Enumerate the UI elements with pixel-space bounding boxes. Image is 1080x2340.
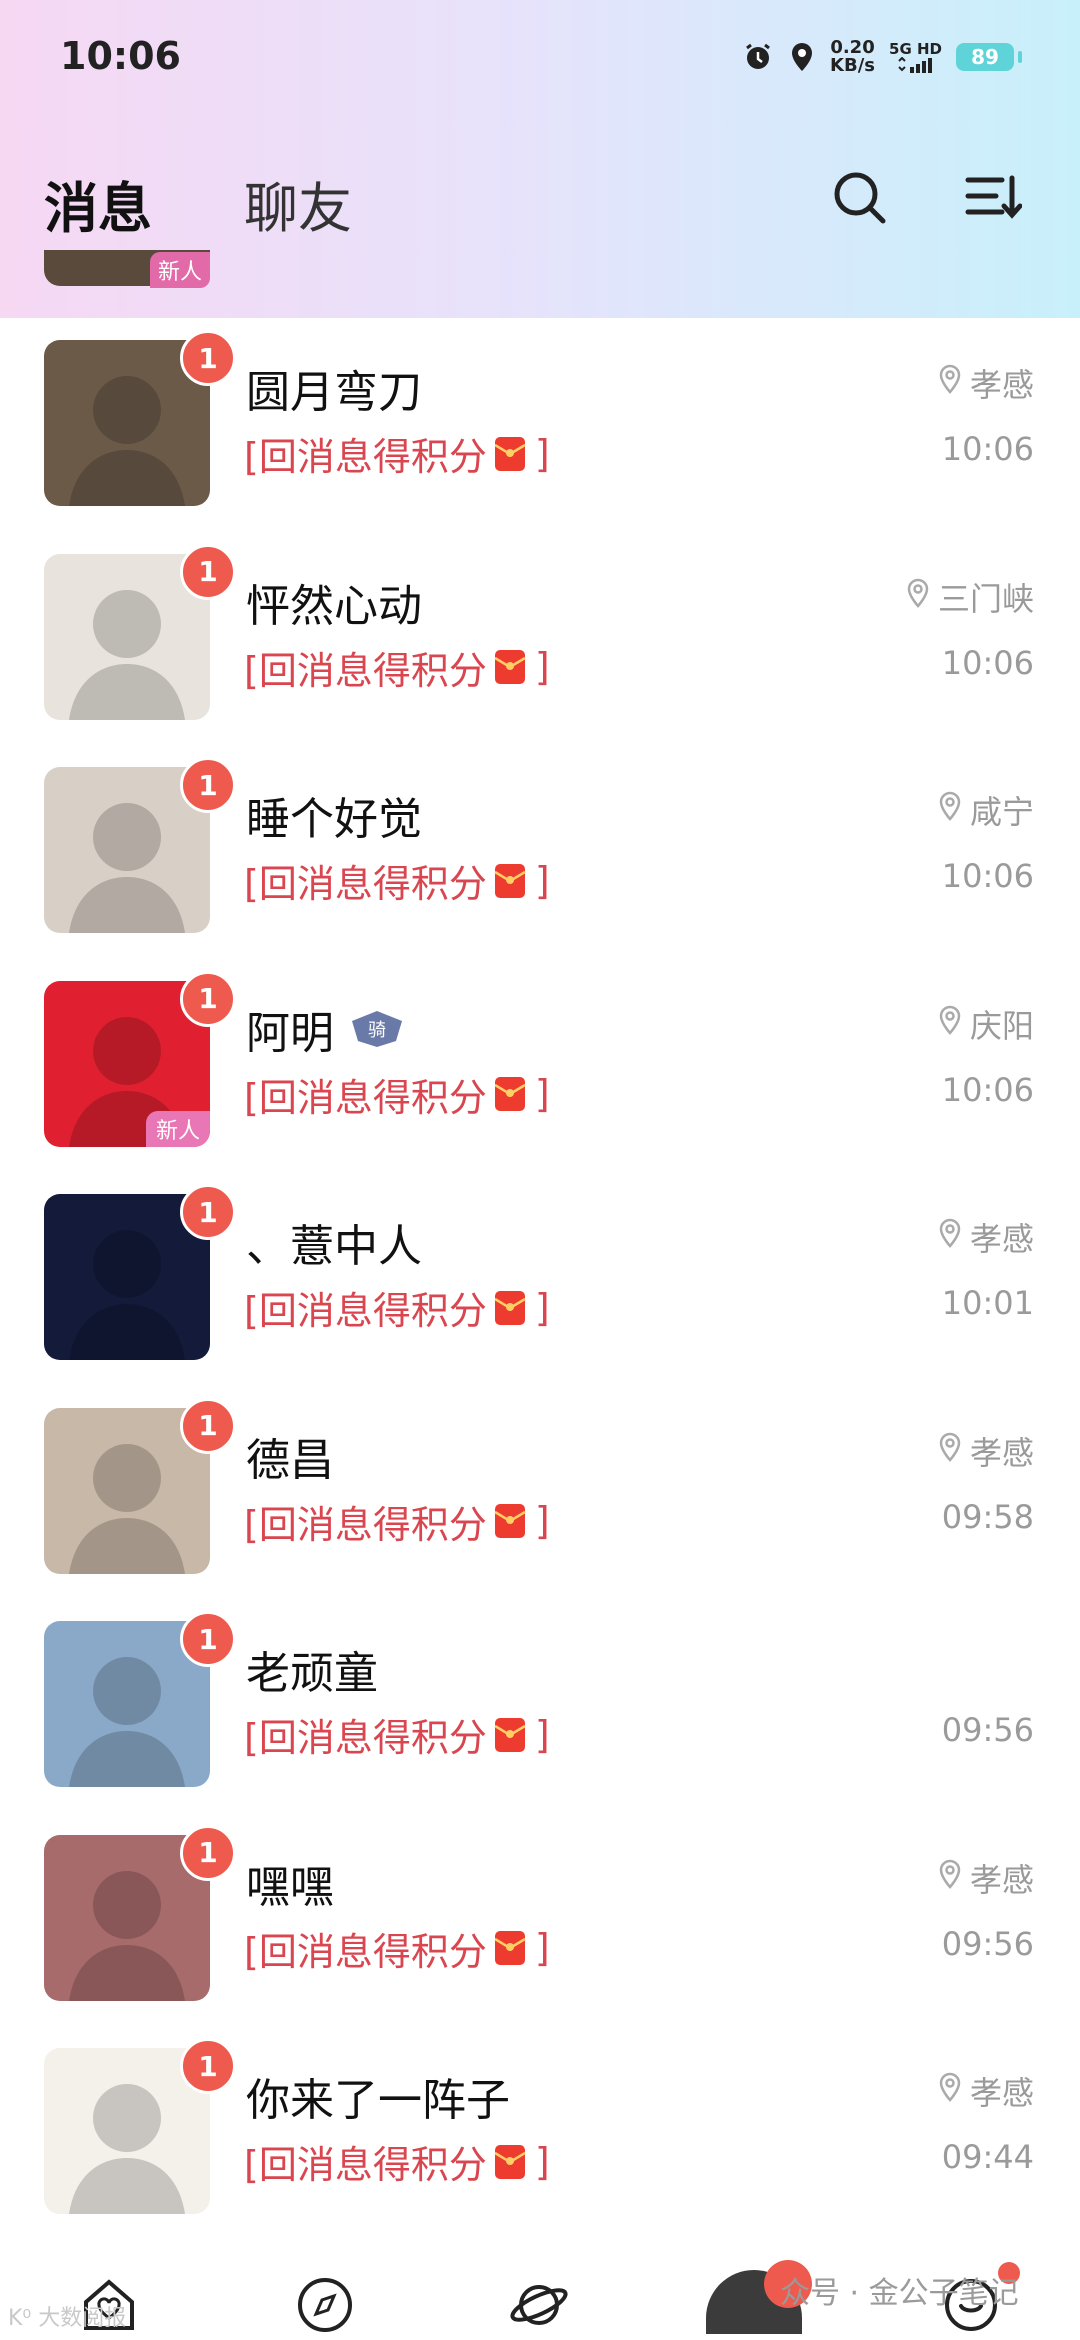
location-pin-icon (938, 364, 962, 402)
status-bar: 10:06 0.20 KB/s 5G HD 89 (0, 0, 1080, 110)
reward-prompt: [回消息得积分] (244, 1926, 550, 1974)
contact-name: 、薏中人 (246, 1221, 422, 1272)
message-time: 09:58 (941, 1497, 1034, 1536)
message-time: 10:01 (941, 1284, 1034, 1322)
red-envelope-icon (493, 1289, 527, 1327)
red-envelope-icon (493, 1716, 527, 1754)
message-time: 10:06 (941, 430, 1034, 468)
location-pin-icon (938, 1859, 962, 1897)
conversation-list: 1 圆月弯刀 [回消息得积分] 孝感 10:06 1 怦然心动 [回消息得积分] 三门峡 10:0… (0, 330, 1080, 2252)
location-tag: 孝感 (938, 360, 1034, 406)
alarm-icon (742, 41, 774, 73)
contact-name: 德昌 (246, 1434, 334, 1486)
new-user-tag: 新人 (145, 1110, 210, 1147)
reward-prompt: [回消息得积分] (244, 2139, 550, 2188)
location-tag: 三门峡 (906, 574, 1034, 620)
status-time: 10:06 (60, 34, 181, 78)
message-time: 09:44 (941, 2138, 1034, 2176)
partial-list-item: 新人 (44, 250, 214, 290)
reward-prompt: [回消息得积分] (244, 1072, 550, 1120)
compass-icon[interactable] (294, 2274, 356, 2336)
location-pin-icon (906, 578, 930, 616)
red-envelope-icon (493, 648, 527, 686)
location-pin-icon (938, 1432, 962, 1470)
red-envelope-icon (493, 435, 527, 473)
message-time: 09:56 (941, 1711, 1034, 1749)
conversation-item[interactable]: 1 睡个好觉 [回消息得积分] 咸宁 10:06 (0, 757, 1080, 971)
red-envelope-icon (493, 862, 527, 900)
unread-count-badge: 1 (180, 2038, 236, 2094)
message-time: 10:06 (941, 1070, 1034, 1109)
message-time: 10:06 (941, 643, 1034, 682)
unread-count-badge: 1 (180, 970, 236, 1027)
unread-count-badge: 1 (180, 1184, 236, 1240)
net-speed: 0.20 KB/s (830, 37, 876, 76)
red-envelope-icon (493, 1502, 527, 1540)
unread-count-badge: 1 (180, 330, 236, 386)
reward-prompt: [回消息得积分] (244, 1712, 550, 1761)
conversation-item[interactable]: 1 德昌 [回消息得积分] 孝感 09:58 (0, 1397, 1080, 1612)
contact-name: 睡个好觉 (246, 794, 422, 845)
reward-prompt: [回消息得积分] (244, 431, 550, 480)
contact-name: 圆月弯刀 (246, 367, 422, 418)
contact-name: 阿明骑 (246, 997, 404, 1061)
red-envelope-icon (493, 1929, 527, 1967)
reward-prompt: [回消息得积分] (244, 645, 550, 693)
signal-icon: 5G HD (889, 41, 942, 73)
conversation-item[interactable]: 1 、薏中人 [回消息得积分] 孝感 10:01 (0, 1184, 1080, 1398)
battery-indicator: 89 (956, 43, 1022, 71)
unread-count-badge: 1 (180, 543, 236, 600)
location-pin-icon (938, 791, 962, 829)
conversation-item[interactable]: 1 你来了一阵子 [回消息得积分] 孝感 09:44 (0, 2038, 1080, 2252)
unread-count-badge: 1 (180, 1397, 236, 1454)
location-pin-icon (938, 1218, 962, 1256)
unread-count-badge: 1 (180, 1611, 236, 1667)
location-pin-icon (938, 2072, 962, 2110)
tab-chat-friends[interactable]: 聊友 (244, 164, 352, 243)
status-icons: 0.20 KB/s 5G HD 89 (742, 34, 1022, 80)
conversation-item[interactable]: 1 怦然心动 [回消息得积分] 三门峡 10:06 (0, 543, 1080, 758)
top-nav: 消息 聊友 (0, 150, 1080, 250)
tab-messages[interactable]: 消息 (44, 164, 159, 243)
location-pin-icon (938, 1005, 962, 1043)
filter-icon[interactable] (962, 168, 1023, 228)
conversation-item[interactable]: 新人 1 阿明骑 [回消息得积分] 庆阳 10:06 (0, 970, 1080, 1185)
unread-count-badge: 1 (180, 757, 236, 813)
reward-prompt: [回消息得积分] (244, 1499, 550, 1547)
planet-icon[interactable] (508, 2274, 570, 2336)
watermark-left: K⁰ 大数阅报 (8, 2306, 127, 2331)
location-tag: 孝感 (938, 2068, 1034, 2114)
message-time: 09:56 (941, 1924, 1034, 1963)
message-time: 10:06 (941, 857, 1034, 895)
location-tag: 孝感 (938, 1428, 1034, 1474)
contact-name: 老顽童 (246, 1648, 378, 1699)
contact-name: 嘿嘿 (246, 1861, 334, 1913)
location-tag: 庆阳 (938, 1001, 1034, 1047)
level-badge-icon: 骑 (350, 1009, 404, 1049)
location-icon (788, 41, 816, 73)
contact-name: 怦然心动 (246, 580, 422, 632)
conversation-item[interactable]: 1 老顽童 [回消息得积分] 09:56 (0, 1611, 1080, 1825)
watermark-right: 众号 · 金公子笔记 (780, 2276, 1019, 2311)
conversation-item[interactable]: 1 嘿嘿 [回消息得积分] 孝感 09:56 (0, 1824, 1080, 2039)
unread-count-badge: 1 (180, 1824, 236, 1881)
red-envelope-icon (493, 1075, 527, 1113)
location-tag: 孝感 (938, 1855, 1034, 1901)
location-tag: 孝感 (938, 1214, 1034, 1260)
conversation-item[interactable]: 1 圆月弯刀 [回消息得积分] 孝感 10:06 (0, 330, 1080, 544)
svg-text:骑: 骑 (368, 1020, 386, 1041)
contact-name: 你来了一阵子 (246, 2075, 510, 2126)
reward-prompt: [回消息得积分] (244, 1285, 550, 1334)
red-envelope-icon (493, 2143, 527, 2181)
new-user-tag: 新人 (149, 252, 210, 288)
search-icon[interactable] (830, 168, 890, 228)
location-tag: 咸宁 (938, 787, 1034, 833)
reward-prompt: [回消息得积分] (244, 858, 550, 907)
